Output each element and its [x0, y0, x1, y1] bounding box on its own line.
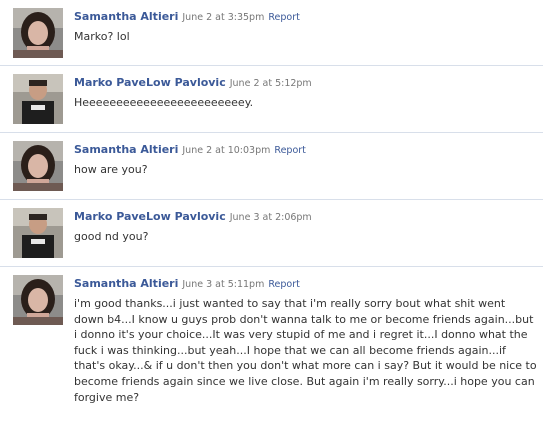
post-body: good nd you?: [74, 230, 149, 243]
post-body: Marko? lol: [74, 30, 130, 43]
author-link[interactable]: Samantha Altieri: [74, 143, 178, 156]
post-date: June 3 at 2:06pm: [229, 212, 312, 223]
post-body: how are you?: [74, 163, 148, 176]
author-link[interactable]: Marko PaveLow Pavlovic: [74, 76, 226, 89]
post-body: Heeeeeeeeeeeeeeeeeeeeeeeey.: [74, 96, 254, 109]
avatar[interactable]: [13, 74, 63, 124]
avatar[interactable]: [13, 141, 63, 191]
post-date: June 2 at 10:03pm: [182, 145, 271, 156]
author-link[interactable]: Samantha Altieri: [74, 277, 178, 290]
post-date: June 2 at 5:12pm: [229, 78, 312, 89]
post-date: June 2 at 3:35pm: [182, 12, 265, 23]
marko-photo-icon: [13, 74, 63, 124]
samantha-photo-icon: [13, 275, 63, 325]
samantha-photo-icon: [13, 141, 63, 191]
report-link[interactable]: Report: [268, 279, 300, 290]
samantha-photo-icon: [13, 8, 63, 58]
post-date: June 3 at 5:11pm: [182, 279, 265, 290]
avatar[interactable]: [13, 275, 63, 325]
report-link[interactable]: Report: [274, 145, 306, 156]
wall-post: Marko PaveLow Pavlovic June 2 at 5:12pm H…: [0, 66, 543, 133]
avatar[interactable]: [13, 208, 63, 258]
author-link[interactable]: Samantha Altieri: [74, 10, 178, 23]
avatar[interactable]: [13, 8, 63, 58]
report-link[interactable]: Report: [268, 12, 300, 23]
wall-post: Samantha Altieri June 2 at 10:03pm Report …: [0, 133, 543, 200]
author-link[interactable]: Marko PaveLow Pavlovic: [74, 210, 226, 223]
marko-photo-icon: [13, 208, 63, 258]
wall-feed: Samantha Altieri June 2 at 3:35pm Report M…: [0, 0, 543, 447]
wall-post: Samantha Altieri June 3 at 5:11pm Report i…: [0, 267, 543, 447]
wall-post: Marko PaveLow Pavlovic June 3 at 2:06pm g…: [0, 200, 543, 267]
post-body: i'm good thanks...i just wanted to say t…: [74, 297, 537, 404]
wall-post: Samantha Altieri June 2 at 3:35pm Report M…: [0, 0, 543, 66]
